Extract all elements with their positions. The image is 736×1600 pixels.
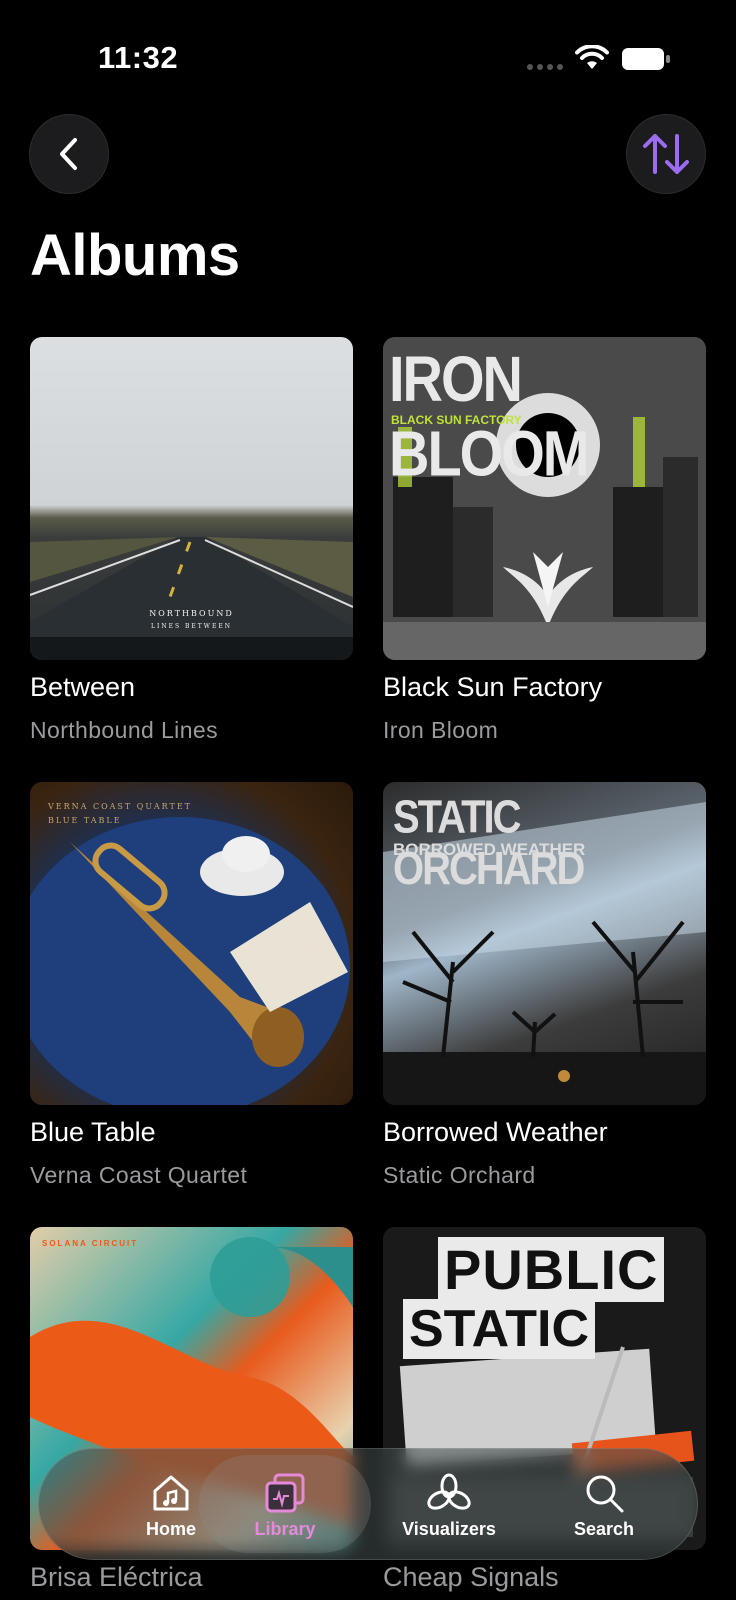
cover-label: BLUE TABLE <box>48 816 122 825</box>
page-title: Albums <box>30 223 240 288</box>
tab-visualizers[interactable]: Visualizers <box>374 1449 524 1559</box>
album-cover: VERNA COAST QUARTET BLUE TABLE <box>30 782 353 1105</box>
sort-arrows-icon <box>643 134 689 174</box>
status-bar: 11:32 <box>0 0 736 110</box>
album-title: Between <box>30 672 136 702</box>
album-artist: Iron Bloom <box>383 717 499 743</box>
album-title: Borrowed Weather <box>383 1117 608 1147</box>
status-time: 11:32 <box>98 40 179 75</box>
cover-label: PUBLIC <box>438 1237 665 1302</box>
album-artist: Static Orchard <box>383 1162 536 1188</box>
tab-library[interactable]: Library <box>199 1455 371 1553</box>
album-card[interactable]: STATIC ORCHARD BORROWED WEATHER Borrowed… <box>383 782 706 1188</box>
cover-label: NORTHBOUND <box>149 609 234 618</box>
sort-button[interactable] <box>626 114 706 194</box>
tab-label: Library <box>254 1519 316 1539</box>
cover-label: VERNA COAST QUARTET <box>48 802 193 811</box>
cover-label: SOLANA CIRCUIT <box>42 1239 139 1248</box>
back-button[interactable] <box>29 114 109 194</box>
album-title: Blue Table <box>30 1117 156 1147</box>
cover-label: LINES BETWEEN <box>151 623 232 630</box>
cover-label: STATIC <box>403 1299 596 1359</box>
cover-label: BORROWED WEATHER <box>393 840 586 859</box>
album-title: Brisa Eléctrica <box>30 1562 203 1592</box>
battery-icon <box>622 48 670 70</box>
tab-label: Visualizers <box>402 1519 496 1539</box>
cover-label: BLACK SUN FACTORY <box>391 413 522 427</box>
visualizers-icon <box>427 1473 471 1510</box>
album-card[interactable]: NORTHBOUND LINES BETWEEN Between Northbo… <box>30 337 353 743</box>
chevron-left-icon <box>60 138 77 170</box>
album-artist: Northbound Lines <box>30 717 218 743</box>
home-music-icon <box>153 1475 189 1511</box>
wifi-icon <box>575 45 609 69</box>
tab-bar: Home Library Visualizers Search <box>38 1448 698 1560</box>
trumpet-illustration <box>30 817 350 1105</box>
search-icon <box>586 1475 624 1513</box>
album-cover: IRON BLOOM BLACK SUN FACTORY <box>383 337 706 660</box>
tab-label: Search <box>573 1519 635 1539</box>
tab-label: Home <box>145 1519 196 1539</box>
cellular-signal-icon <box>527 64 563 70</box>
album-title: Black Sun Factory <box>383 672 603 702</box>
album-artist: Verna Coast Quartet <box>30 1162 248 1188</box>
library-icon <box>265 1473 305 1513</box>
album-title: Cheap Signals <box>383 1562 559 1592</box>
album-card[interactable]: IRON BLOOM BLACK SUN FACTORY Black Sun F… <box>383 337 706 743</box>
album-cover: STATIC ORCHARD BORROWED WEATHER <box>383 782 706 1105</box>
album-card[interactable]: VERNA COAST QUARTET BLUE TABLE Blue Tabl… <box>30 782 353 1188</box>
album-cover: NORTHBOUND LINES BETWEEN <box>30 337 353 660</box>
tab-search[interactable]: Search <box>529 1449 679 1559</box>
